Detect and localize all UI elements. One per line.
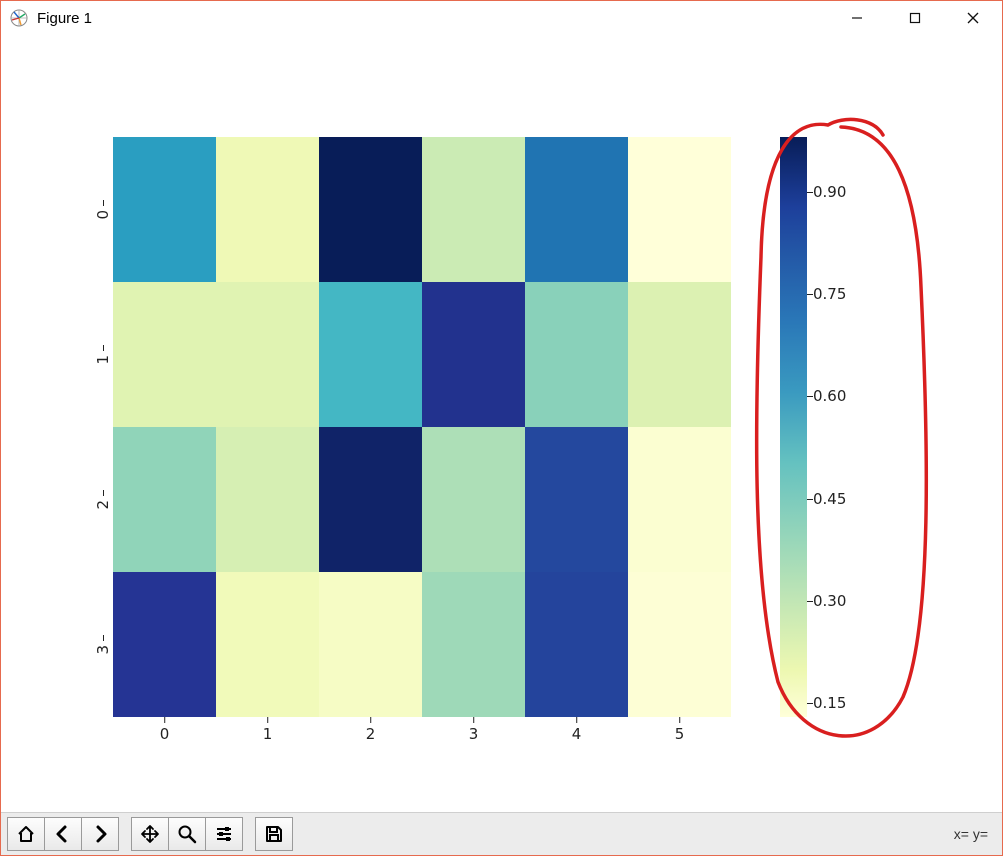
heatmap-cell — [216, 572, 319, 717]
heatmap-cell — [628, 572, 731, 717]
heatmap-cell — [319, 427, 422, 572]
colorbar-tick-label: 0.75 — [813, 285, 846, 303]
heatmap-cell — [525, 137, 628, 282]
figure-canvas[interactable]: 0 1 2 3 0 1 2 3 4 5 0.15 0.30 0.45 0.60 0.75 0.90 — [1, 35, 1002, 813]
close-button[interactable] — [944, 1, 1002, 35]
heatmap-cell — [319, 572, 422, 717]
forward-button[interactable] — [81, 817, 119, 851]
heatmap-cell — [422, 572, 525, 717]
colorbar-tick-label: 0.45 — [813, 490, 846, 508]
colorbar-tick-label: 0.15 — [813, 694, 846, 712]
heatmap-cell — [113, 282, 216, 427]
window-title: Figure 1 — [37, 10, 92, 27]
x-tick-label: 3 — [469, 725, 479, 743]
heatmap-cell — [113, 572, 216, 717]
x-tick-label: 2 — [366, 725, 376, 743]
colorbar-tick-label: 0.90 — [813, 183, 846, 201]
app-window: Figure 1 0 1 2 3 0 1 2 3 4 5 0.15 0.30 0.45 0.60 0.7… — [0, 0, 1003, 856]
configure-subplots-button[interactable] — [205, 817, 243, 851]
heatmap-cell — [216, 427, 319, 572]
x-tick-label: 1 — [263, 725, 273, 743]
annotation-circle — [733, 107, 943, 767]
toolbar-group-io — [255, 817, 293, 851]
x-tick-label: 4 — [572, 725, 582, 743]
heatmap-cell — [216, 137, 319, 282]
zoom-button[interactable] — [168, 817, 206, 851]
heatmap-cell — [319, 282, 422, 427]
minimize-button[interactable] — [828, 1, 886, 35]
matplotlib-app-icon — [9, 8, 29, 28]
heatmap-cell — [628, 427, 731, 572]
y-tick-label: 1 — [94, 355, 112, 375]
heatmap-image — [113, 137, 731, 717]
title-bar: Figure 1 — [1, 1, 1002, 35]
heatmap-cell — [628, 137, 731, 282]
matplotlib-toolbar: x= y= — [1, 812, 1002, 855]
x-tick-label: 0 — [160, 725, 170, 743]
heatmap-cell — [628, 282, 731, 427]
heatmap-cell — [422, 137, 525, 282]
y-tick-label: 2 — [94, 500, 112, 520]
heatmap-cell — [422, 282, 525, 427]
home-button[interactable] — [7, 817, 45, 851]
back-button[interactable] — [44, 817, 82, 851]
heatmap-cell — [525, 427, 628, 572]
save-button[interactable] — [255, 817, 293, 851]
y-tick-label: 3 — [94, 645, 112, 665]
heatmap-cell — [113, 427, 216, 572]
x-tick-label: 5 — [675, 725, 685, 743]
colorbar — [780, 137, 807, 717]
y-tick-label: 0 — [94, 210, 112, 230]
colorbar-tick-label: 0.60 — [813, 387, 846, 405]
axes: 0123 012345 0.150.300.450.600.750.90 — [113, 137, 863, 747]
heatmap-cell — [525, 282, 628, 427]
heatmap-cell — [422, 427, 525, 572]
toolbar-group-nav — [7, 817, 119, 851]
toolbar-group-view — [131, 817, 243, 851]
colorbar-tick-label: 0.30 — [813, 592, 846, 610]
maximize-button[interactable] — [886, 1, 944, 35]
heatmap-cell — [319, 137, 422, 282]
coordinate-readout: x= y= — [954, 826, 996, 842]
heatmap-cell — [216, 282, 319, 427]
heatmap-cell — [113, 137, 216, 282]
pan-button[interactable] — [131, 817, 169, 851]
heatmap-cell — [525, 572, 628, 717]
